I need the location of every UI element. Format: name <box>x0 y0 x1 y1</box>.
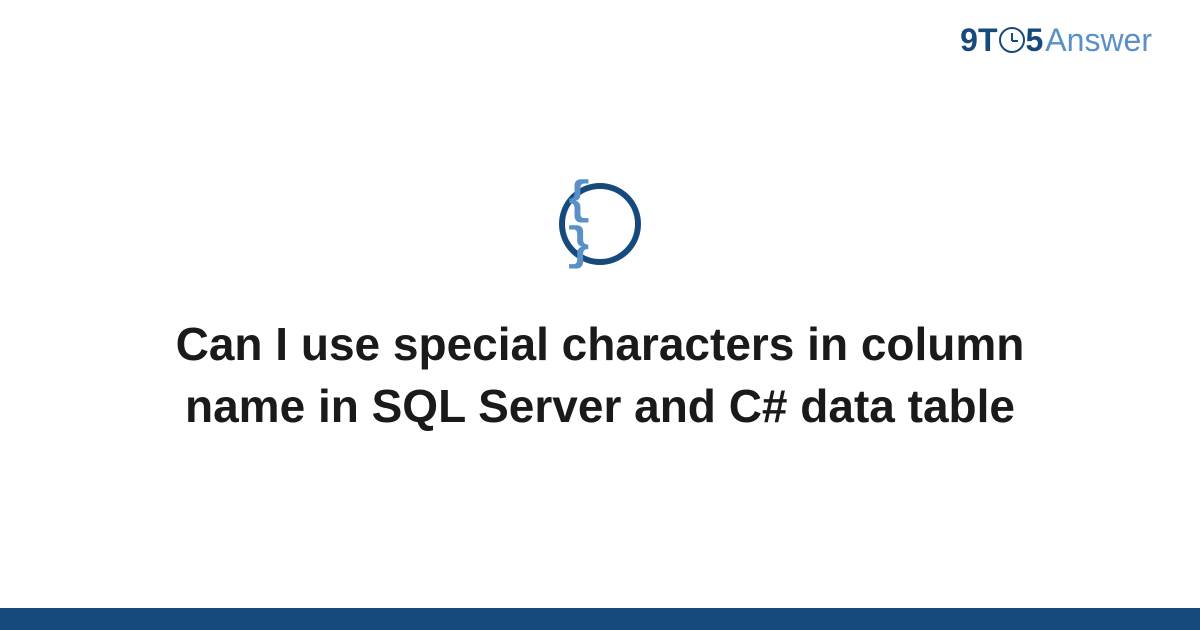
main-content: { } Can I use special characters in colu… <box>0 0 1200 630</box>
question-title: Can I use special characters in column n… <box>150 313 1050 437</box>
footer-accent-bar <box>0 608 1200 630</box>
code-braces-icon: { } <box>559 183 641 265</box>
braces-glyph: { } <box>565 178 635 270</box>
